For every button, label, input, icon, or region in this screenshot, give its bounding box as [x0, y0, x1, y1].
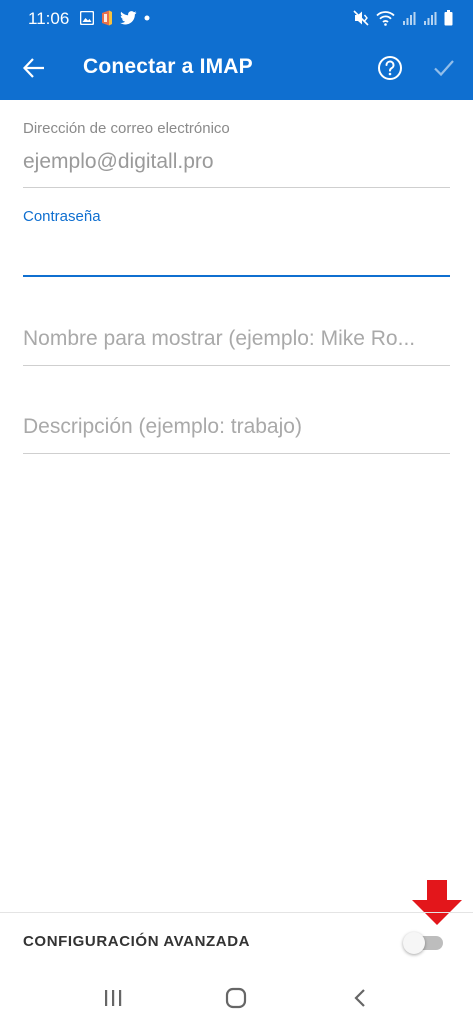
display-name-field: [23, 310, 450, 370]
display-name-input[interactable]: [23, 324, 450, 354]
signal-icon: [403, 12, 416, 25]
help-circle-icon: [378, 56, 402, 80]
system-nav-bar: [0, 972, 473, 1024]
help-button[interactable]: [370, 48, 410, 88]
wifi-icon: [376, 11, 395, 26]
app-bar: Conectar a IMAP: [0, 36, 473, 100]
password-label: Contraseña: [23, 208, 101, 225]
home-icon: [225, 987, 247, 1009]
signal-icon: [424, 12, 437, 25]
description-underline: [23, 453, 450, 454]
battery-icon: [444, 10, 453, 26]
system-status-icons: [353, 8, 453, 28]
dot-icon: [144, 15, 150, 21]
confirm-button[interactable]: [424, 48, 464, 88]
twitter-icon: [120, 11, 137, 25]
advanced-settings-toggle[interactable]: [403, 931, 445, 954]
office-icon: [102, 10, 112, 26]
recents-icon: [105, 990, 122, 1006]
email-underline: [23, 187, 450, 188]
advanced-settings-row[interactable]: CONFIGURACIÓN AVANZADA: [0, 913, 473, 969]
check-icon: [434, 60, 454, 77]
email-input[interactable]: [23, 148, 450, 176]
description-input[interactable]: [23, 412, 450, 442]
toggle-thumb: [403, 932, 425, 954]
home-button[interactable]: [212, 980, 260, 1016]
password-input[interactable]: [23, 236, 450, 266]
back-button[interactable]: [14, 48, 54, 88]
advanced-settings-label: CONFIGURACIÓN AVANZADA: [23, 933, 251, 950]
gallery-icon: [80, 11, 94, 25]
arrow-left-icon: [22, 58, 44, 78]
system-back-button[interactable]: [336, 980, 384, 1016]
app-header: 11:06 Conectar a IMAP: [0, 0, 473, 100]
status-time: 11:06: [28, 9, 70, 28]
page-title: Conectar a IMAP: [83, 55, 253, 78]
password-underline: [23, 275, 450, 277]
chevron-left-icon: [354, 989, 365, 1007]
description-field: [23, 398, 450, 458]
display-name-underline: [23, 365, 450, 366]
recents-button[interactable]: [89, 980, 137, 1016]
mute-vibrate-icon: [353, 10, 369, 26]
status-bar: 11:06: [0, 0, 473, 36]
email-field: Dirección de correo electrónico: [23, 112, 450, 192]
password-field: Contraseña: [23, 200, 450, 280]
email-label: Dirección de correo electrónico: [23, 120, 230, 137]
notification-icons: [80, 9, 151, 27]
